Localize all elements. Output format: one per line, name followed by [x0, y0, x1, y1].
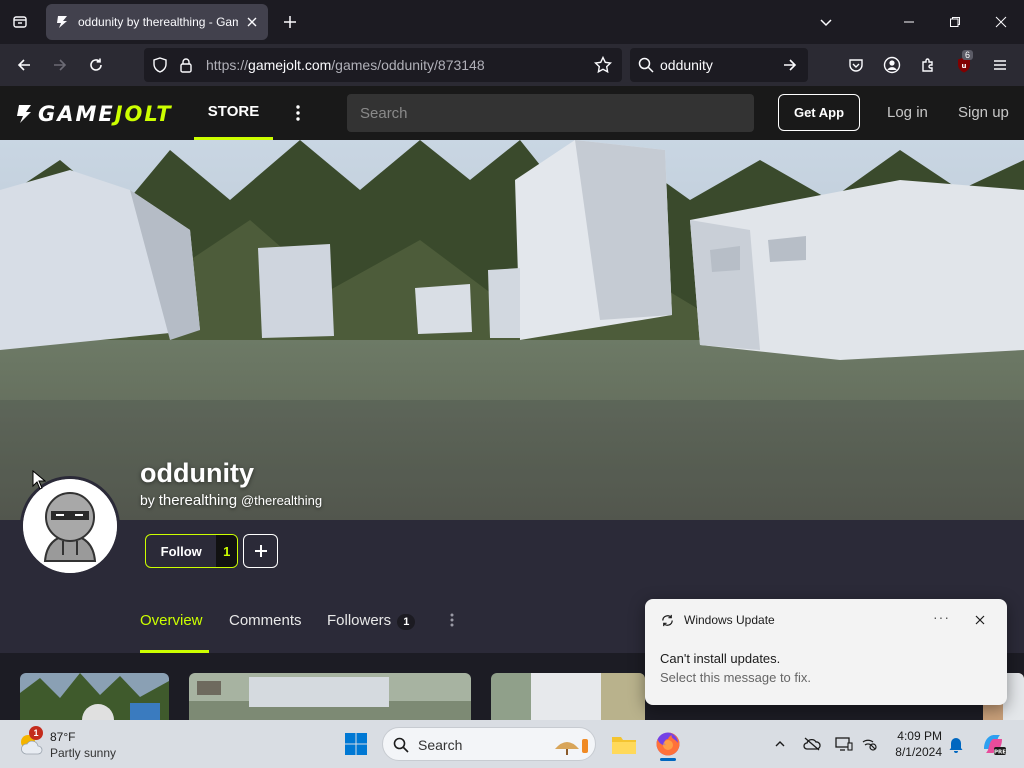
logo-text-jolt: JOLT [114, 102, 173, 126]
site-header: GAMEJOLT STORE Search Get App Log in Sig… [0, 86, 1024, 140]
search-go-arrow-icon[interactable] [782, 57, 798, 78]
byline-prefix: by [140, 492, 155, 508]
pocket-icon[interactable] [844, 53, 868, 77]
game-header-image: oddunity by therealthing @therealthing [0, 140, 1024, 520]
search-icon [638, 57, 654, 78]
follow-button[interactable]: Follow 1 [145, 534, 238, 568]
tab-list-icon[interactable] [8, 10, 32, 34]
tab-overflow-chevron-icon[interactable] [814, 10, 838, 34]
more-vertical-icon[interactable] [288, 102, 308, 124]
minimize-icon[interactable] [897, 10, 921, 34]
windows-update-toast[interactable]: Windows Update ··· Can't install updates… [645, 599, 1007, 705]
windows-taskbar: 1 87°F Partly sunny Search 4:09 PM 8/1/2… [0, 720, 1024, 768]
toast-hint: Select this message to fix. [660, 670, 812, 685]
media-thumbnail[interactable] [491, 673, 645, 720]
login-link[interactable]: Log in [887, 104, 928, 121]
restore-icon[interactable] [943, 10, 967, 34]
gamejolt-bolt-icon [17, 105, 31, 123]
back-arrow-icon[interactable] [12, 53, 36, 77]
tab-close-icon[interactable] [244, 14, 260, 30]
taskbar-clock[interactable]: 4:09 PM 8/1/2024 [886, 728, 942, 760]
account-icon[interactable] [880, 53, 904, 77]
tab-title: oddunity by therealthing - Game Jolt [78, 15, 238, 29]
mouse-cursor-icon [32, 470, 46, 490]
signup-link[interactable]: Sign up [958, 104, 1009, 121]
tab-followers-label: Followers [327, 612, 392, 629]
game-title: oddunity [140, 458, 254, 488]
follow-count: 1 [216, 535, 237, 567]
browser-tab-bar: oddunity by therealthing - Game Jolt [0, 0, 1024, 44]
gamejolt-favicon-icon [54, 14, 70, 30]
svg-text:u: u [962, 62, 967, 70]
extension-badge: 6 [962, 50, 974, 60]
media-thumbnail[interactable] [189, 673, 471, 720]
clock-date: 8/1/2024 [895, 745, 942, 759]
start-windows-icon[interactable] [340, 728, 372, 760]
tracking-shield-icon[interactable] [152, 57, 168, 78]
copilot-icon[interactable]: PRE [980, 731, 1006, 757]
update-sync-icon [660, 613, 675, 633]
browser-search-bar[interactable]: oddunity [630, 48, 808, 82]
bookmark-star-icon[interactable] [593, 55, 613, 79]
toast-message: Can't install updates. [660, 651, 781, 666]
toast-app-name: Windows Update [684, 613, 775, 627]
taskbar-search-icon [393, 737, 409, 753]
tab-more-vertical-icon[interactable] [444, 610, 460, 630]
add-to-playlist-button[interactable] [243, 534, 278, 568]
tab-comments[interactable]: Comments [229, 612, 302, 629]
tab-overview[interactable]: Overview [140, 612, 203, 629]
extensions-puzzle-icon[interactable] [916, 53, 940, 77]
reload-icon[interactable] [84, 53, 108, 77]
developer-avatar[interactable] [20, 476, 120, 576]
media-thumbnail[interactable] [20, 673, 169, 720]
lock-icon[interactable] [179, 57, 193, 78]
weather-notification-badge: 1 [29, 726, 43, 740]
new-tab-icon[interactable] [278, 10, 302, 34]
network-volume-icon[interactable] [860, 734, 880, 754]
store-nav-link[interactable]: STORE [194, 86, 273, 140]
weather-description: Partly sunny [50, 746, 117, 760]
browser-nav-bar: https://gamejolt.com/games/oddunity/8731… [0, 44, 1024, 86]
hamburger-menu-icon[interactable] [988, 53, 1012, 77]
weather-widget[interactable]: 1 87°F Partly sunny [18, 726, 128, 760]
follow-label: Follow [160, 543, 202, 559]
window-close-icon[interactable] [989, 10, 1013, 34]
taskbar-search-label: Search [418, 737, 463, 753]
tray-overflow-chevron-icon[interactable] [770, 734, 790, 754]
toast-more-options[interactable]: ··· [933, 609, 950, 625]
display-icon[interactable] [834, 734, 854, 754]
notification-bell-icon[interactable] [946, 734, 966, 754]
weather-temperature: 87°F [50, 730, 76, 744]
developer-handle-link[interactable]: @therealthing [241, 493, 322, 508]
svg-text:PRE: PRE [994, 750, 1006, 756]
taskbar-search-box[interactable]: Search [382, 727, 596, 761]
active-app-indicator [660, 758, 676, 761]
forward-arrow-icon[interactable] [48, 53, 72, 77]
url-bar[interactable]: https://gamejolt.com/games/oddunity/8731… [144, 48, 622, 82]
browser-tab-active[interactable]: oddunity by therealthing - Game Jolt [46, 4, 268, 40]
logo-text-game: GAME [38, 102, 115, 126]
get-app-button[interactable]: Get App [778, 94, 860, 131]
developer-name-link[interactable]: therealthing [159, 492, 237, 509]
clock-time: 4:09 PM [897, 729, 942, 743]
toast-close-icon[interactable] [971, 611, 989, 629]
browser-search-query: oddunity [660, 57, 713, 73]
game-byline: by therealthing @therealthing [140, 492, 322, 509]
file-explorer-icon[interactable] [608, 728, 640, 760]
url-text: https://gamejolt.com/games/oddunity/8731… [206, 57, 485, 73]
firefox-icon[interactable] [652, 728, 684, 761]
plus-icon [254, 545, 267, 557]
tab-followers[interactable]: Followers 1 [327, 612, 416, 630]
ublock-origin-icon[interactable]: u 6 [952, 50, 976, 77]
gamejolt-logo[interactable]: GAMEJOLT [14, 102, 173, 126]
onedrive-offline-icon[interactable] [802, 734, 822, 754]
search-highlight-beach-icon [555, 739, 588, 755]
site-search-input[interactable]: Search [347, 94, 754, 132]
followers-count-badge: 1 [397, 614, 416, 630]
